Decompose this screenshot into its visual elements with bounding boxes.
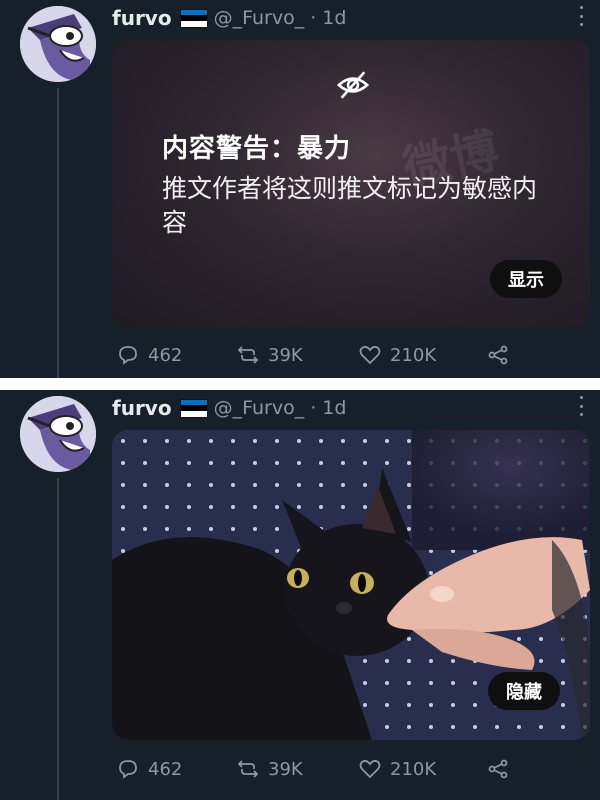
author-name[interactable]: furvo [112,396,172,420]
retweet-count: 39K [268,344,303,366]
cartoon-avatar-icon [20,396,96,472]
like-button[interactable]: 210K [358,757,486,781]
retweet-icon [237,760,259,778]
separator: · [310,7,317,29]
author-handle[interactable]: @_Furvo_ [214,7,305,29]
reply-button[interactable]: 462 [116,757,236,781]
sensitive-media-card[interactable]: 微博 内容警告：暴力 推文作者将这则推文标记为敏感内容 显示 [112,40,590,328]
retweet-icon [237,346,259,364]
tweet-actions: 462 39K 210K [116,754,536,784]
timestamp[interactable]: 1d [322,7,346,29]
tweet-2[interactable]: furvo @_Furvo_ · 1d 隐藏 462 39K 210K [0,390,600,800]
tweet-header: furvo @_Furvo_ · 1d [112,394,346,422]
estonia-flag-icon [179,398,208,418]
estonia-flag-icon [179,8,208,28]
retweet-button[interactable]: 39K [236,343,358,367]
author-handle[interactable]: @_Furvo_ [214,397,305,419]
share-button[interactable] [486,757,526,781]
retweet-button[interactable]: 39K [236,757,358,781]
warning-text: 推文作者将这则推文标记为敏感内容 [162,174,538,237]
show-button[interactable]: 显示 [490,260,562,298]
share-icon [488,345,508,365]
thread-line [57,478,59,800]
heart-icon [359,345,381,365]
tweet-header: furvo @_Furvo_ · 1d [112,4,346,32]
thread-line [57,88,59,378]
like-count: 210K [390,758,437,780]
screenshot-divider [0,378,600,390]
reply-icon [119,346,137,365]
like-count: 210K [390,344,437,366]
like-button[interactable]: 210K [358,343,486,367]
tweet-1[interactable]: furvo @_Furvo_ · 1d 微博 内容警告：暴力 推文作者将这则推文… [0,0,600,378]
avatar[interactable] [20,396,96,472]
heart-icon [359,759,381,779]
warning-title: 内容警告：暴力 [162,134,352,164]
separator: · [310,397,317,419]
share-button[interactable] [486,343,526,367]
tweet-actions: 462 39K 210K [116,340,536,370]
avatar[interactable] [20,6,96,82]
reply-count: 462 [148,758,183,780]
reply-count: 462 [148,344,183,366]
eye-off-icon [336,71,370,99]
retweet-count: 39K [268,758,303,780]
share-icon [488,759,508,779]
photo-card[interactable]: 隐藏 [112,430,590,740]
more-options-icon[interactable] [578,396,584,416]
reply-button[interactable]: 462 [116,343,236,367]
more-options-icon[interactable] [578,6,584,26]
timestamp[interactable]: 1d [322,397,346,419]
hide-button[interactable]: 隐藏 [488,672,560,710]
author-name[interactable]: furvo [112,6,172,30]
reply-icon [119,760,137,779]
cartoon-avatar-icon [20,6,96,82]
